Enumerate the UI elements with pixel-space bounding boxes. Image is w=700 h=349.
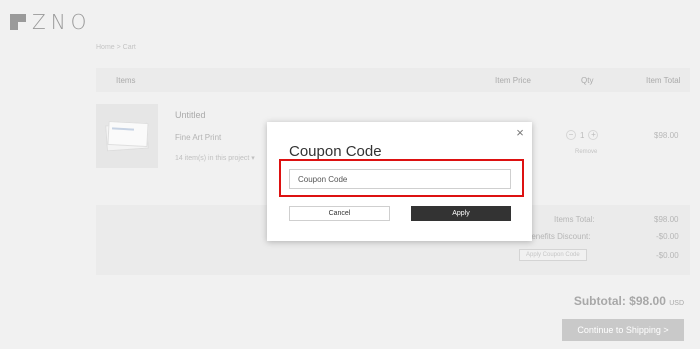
thumbnail-card-front — [107, 120, 149, 148]
logo-text: ZNO — [32, 10, 92, 34]
project-items-count: 14 item(s) in this project — [175, 155, 250, 162]
items-total-label: Items Total: — [554, 215, 595, 224]
cart-table-header: Items Item Price Qty Item Total — [96, 68, 690, 92]
remove-link[interactable]: Remove — [575, 149, 597, 155]
breadcrumb[interactable]: Home > Cart — [96, 44, 136, 51]
header-qty: Qty — [581, 76, 594, 85]
cancel-button[interactable]: Cancel — [289, 206, 390, 221]
product-type: Fine Art Print — [175, 133, 222, 142]
zno-logo[interactable]: ZNO — [10, 10, 91, 34]
apply-coupon-code-button[interactable]: Apply Coupon Code — [519, 249, 587, 261]
quantity-stepper: − 1 + — [566, 130, 599, 140]
apply-button[interactable]: Apply — [411, 206, 511, 221]
modal-title: Coupon Code — [289, 143, 382, 160]
coupon-code-input[interactable] — [289, 169, 511, 189]
qty-minus-button[interactable]: − — [566, 130, 576, 140]
product-title: Untitled — [175, 110, 206, 120]
header-items: Items — [116, 76, 136, 85]
qty-plus-button[interactable]: + — [588, 130, 599, 140]
subtotal-value: $98.00 — [629, 294, 666, 308]
close-icon[interactable]: × — [514, 126, 526, 139]
benefits-discount-value: -$0.00 — [656, 232, 679, 241]
chevron-down-icon: ▾ — [251, 155, 255, 162]
header-item-price: Item Price — [495, 76, 532, 85]
benefits-discount-label: Benefits Discount: — [526, 232, 591, 241]
header-item-total: Item Total — [646, 76, 681, 85]
items-total-value: $98.00 — [654, 215, 679, 224]
product-thumbnail[interactable] — [96, 104, 158, 168]
coupon-discount-value: -$0.00 — [656, 251, 679, 260]
coupon-code-modal: × Coupon Code Cancel Apply — [267, 122, 532, 241]
subtotal-currency: USD — [669, 300, 684, 307]
subtotal-label: Subtotal: — [573, 294, 626, 308]
row-item-total: $98.00 — [654, 131, 679, 140]
subtotal: Subtotal: $98.00 USD — [574, 294, 684, 308]
logo-mark-icon — [10, 14, 26, 30]
continue-to-shipping-button[interactable]: Continue to Shipping > — [562, 319, 684, 341]
project-items-toggle[interactable]: 14 item(s) in this project ▾ — [175, 154, 255, 162]
qty-value: 1 — [580, 130, 585, 140]
